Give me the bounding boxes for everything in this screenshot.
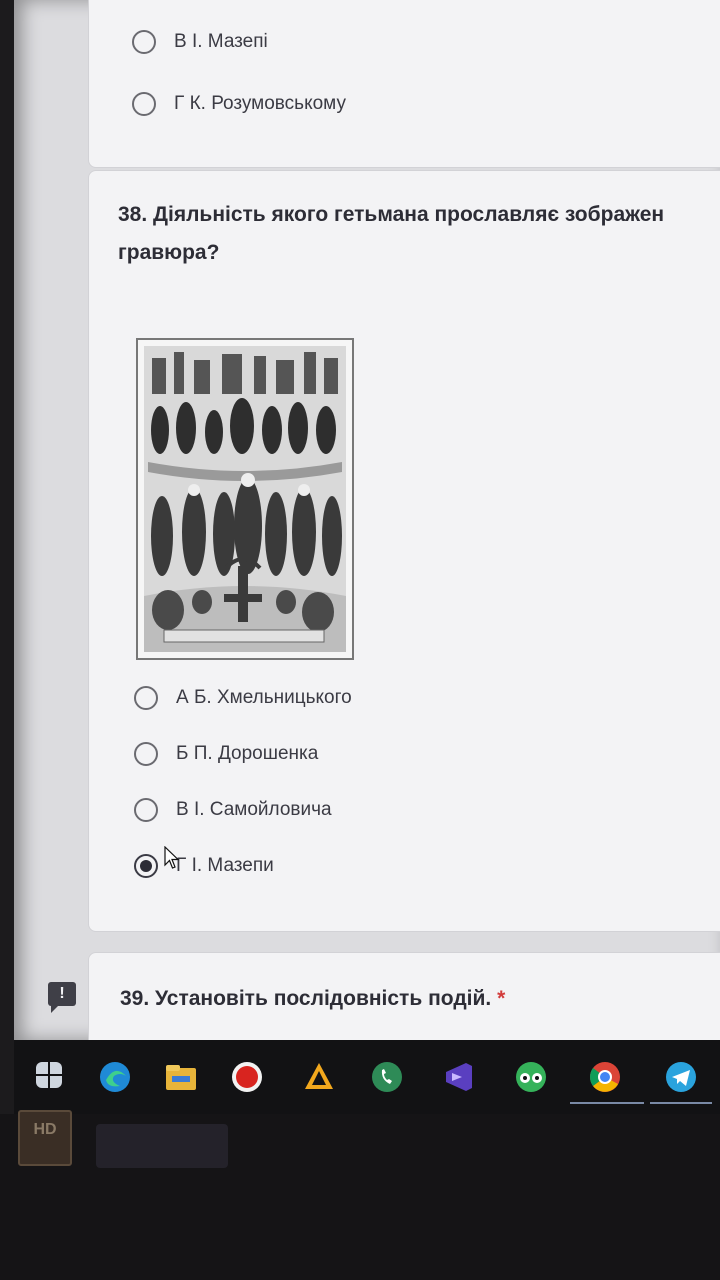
windows-start-icon[interactable] [36, 1062, 62, 1088]
option-label: Б П. Дорошенка [176, 743, 319, 764]
radio-button[interactable] [134, 742, 158, 766]
taskbar [14, 1040, 720, 1114]
vs-icon[interactable] [442, 1060, 476, 1094]
option-38-v[interactable]: В І. Самойловича [134, 798, 332, 822]
amd-icon[interactable] [302, 1060, 336, 1094]
edge-icon[interactable] [98, 1060, 132, 1094]
radio-button[interactable] [132, 30, 156, 54]
question-title-line2: гравюра? [118, 241, 220, 264]
radio-button-selected[interactable] [134, 854, 158, 878]
option-38-h[interactable]: Г І. Мазепи [134, 854, 274, 878]
sticker-text: HD [33, 1121, 57, 1138]
mouse-cursor-icon [164, 846, 180, 869]
option-label: Г К. Розумовському [174, 93, 346, 114]
chrome-icon[interactable] [588, 1060, 622, 1094]
active-app-indicator [570, 1102, 644, 1104]
engraving-illustration [144, 346, 346, 652]
radio-button[interactable] [134, 686, 158, 710]
question-card-37 [88, 0, 720, 168]
option-label: Г І. Мазепи [176, 855, 274, 876]
file-explorer-icon[interactable] [164, 1060, 198, 1094]
question-title-line1: 38. Діяльність якого гетьмана прославляє… [118, 203, 665, 226]
radio-button[interactable] [134, 798, 158, 822]
radio-button[interactable] [132, 92, 156, 116]
browser-content: В І. Мазепі Г К. Розумовському 38. Діяль… [14, 0, 720, 1040]
option-label: В І. Мазепі [174, 31, 268, 52]
tripadvisor-icon[interactable] [514, 1060, 548, 1094]
required-mark: * [497, 987, 506, 1010]
feedback-icon[interactable]: ! [48, 982, 76, 1013]
hd-sticker: HD [18, 1110, 72, 1166]
question-39-text: 39. Установіть послідовність подій. [120, 987, 492, 1010]
active-app-indicator [650, 1102, 712, 1104]
option-38-b[interactable]: Б П. Дорошенка [134, 742, 318, 766]
option-label: В І. Самойловича [176, 799, 332, 820]
viber-icon[interactable] [370, 1060, 404, 1094]
option-38-a[interactable]: А Б. Хмельницького [134, 686, 352, 710]
question-title-39: 39. Установіть послідовність подій. * [120, 980, 505, 1018]
radio-dot [140, 860, 152, 872]
record-icon[interactable] [230, 1060, 264, 1094]
option-label: А Б. Хмельницького [176, 687, 352, 708]
option-37-v[interactable]: В І. Мазепі [132, 30, 268, 54]
option-37-h[interactable]: Г К. Розумовському [132, 92, 346, 116]
question-title: 38. Діяльність якого гетьмана прославляє… [118, 196, 664, 272]
telegram-icon[interactable] [664, 1060, 698, 1094]
bezel-logo [96, 1124, 228, 1168]
engraving-image [136, 338, 354, 660]
